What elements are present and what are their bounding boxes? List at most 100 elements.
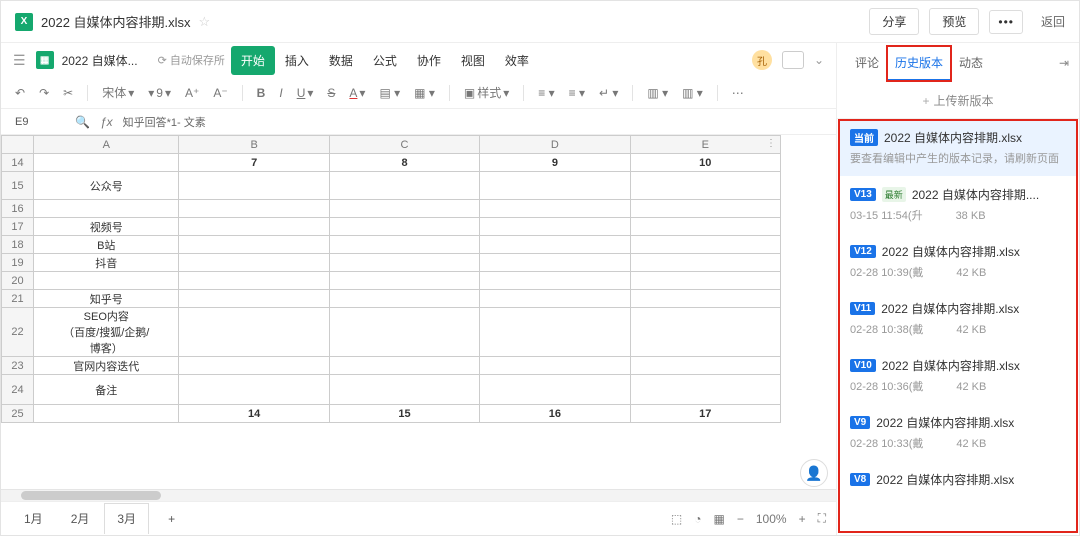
cell-21-2[interactable] xyxy=(329,290,479,308)
cell-20-4[interactable] xyxy=(630,272,780,290)
row-header-25[interactable]: 25 xyxy=(2,405,34,423)
cell-20-3[interactable] xyxy=(480,272,630,290)
cell-16-3[interactable] xyxy=(480,200,630,218)
cell-16-1[interactable] xyxy=(179,200,329,218)
cell-16-2[interactable] xyxy=(329,200,479,218)
cell-17-1[interactable] xyxy=(179,218,329,236)
row-header-14[interactable]: 14 xyxy=(2,154,34,172)
redo-icon[interactable]: ↷ xyxy=(39,86,49,100)
cell-23-1[interactable] xyxy=(179,357,329,375)
cell-18-4[interactable] xyxy=(630,236,780,254)
cell-20-0[interactable] xyxy=(34,272,179,290)
grid-icon[interactable]: ▦ xyxy=(714,512,725,526)
cell-24-1[interactable] xyxy=(179,375,329,405)
zoom-in-icon[interactable]: + xyxy=(799,512,806,526)
sheet-tab-1[interactable]: 2月 xyxy=(58,503,103,534)
insert-icon[interactable]: ▥ ▾ xyxy=(647,86,668,100)
panel-tab-2[interactable]: 动态 xyxy=(951,46,991,81)
cell-25-4[interactable]: 17 xyxy=(630,405,780,423)
row-header-16[interactable]: 16 xyxy=(2,200,34,218)
row-header-18[interactable]: 18 xyxy=(2,236,34,254)
font-select[interactable]: 宋体 ▾ xyxy=(102,84,134,101)
bold-icon[interactable]: B xyxy=(257,86,266,100)
preview-button[interactable]: 预览 xyxy=(929,8,979,35)
cell-15-4[interactable] xyxy=(630,172,780,200)
cell-17-0[interactable]: 视频号 xyxy=(34,218,179,236)
fullscreen-icon[interactable]: ⛶ xyxy=(818,511,826,526)
cell-20-1[interactable] xyxy=(179,272,329,290)
status-icon-1[interactable]: ⬚ xyxy=(671,512,682,526)
cell-18-0[interactable]: B站 xyxy=(34,236,179,254)
more-button[interactable]: ••• xyxy=(989,10,1023,34)
cell-25-2[interactable]: 15 xyxy=(329,405,479,423)
search-icon[interactable]: 🔍 xyxy=(75,115,90,129)
horizontal-scrollbar[interactable] xyxy=(1,489,836,501)
cell-14-4[interactable]: 10 xyxy=(630,154,780,172)
cell-25-1[interactable]: 14 xyxy=(179,405,329,423)
cell-22-0[interactable]: SEO内容（百度/搜狐/企鹅/博客） xyxy=(34,308,179,357)
align-left-icon[interactable]: ≡ ▾ xyxy=(538,86,554,100)
version-item-5[interactable]: V92022 自媒体内容排期.xlsx02-28 10:33(戴 42 KB xyxy=(838,404,1078,461)
row-header-17[interactable]: 17 xyxy=(2,218,34,236)
overflow-icon[interactable]: ⋯ xyxy=(732,86,744,100)
version-item-3[interactable]: V112022 自媒体内容排期.xlsx02-28 10:38(戴 42 KB xyxy=(838,290,1078,347)
row-header-20[interactable]: 20 xyxy=(2,272,34,290)
delete-icon[interactable]: ▥ ▾ xyxy=(682,86,703,100)
cell-20-2[interactable] xyxy=(329,272,479,290)
font-size[interactable]: ▾ 9 ▾ xyxy=(148,86,171,100)
row-header-19[interactable]: 19 xyxy=(2,254,34,272)
cell-23-3[interactable] xyxy=(480,357,630,375)
cell-15-3[interactable] xyxy=(480,172,630,200)
back-link[interactable]: 返回 xyxy=(1041,13,1065,30)
corner-cell[interactable] xyxy=(2,136,34,154)
cell-19-2[interactable] xyxy=(329,254,479,272)
spreadsheet-grid[interactable]: ABCDE⋮147891015公众号1617视频号18B站19抖音2021知乎号… xyxy=(1,135,836,489)
cell-24-3[interactable] xyxy=(480,375,630,405)
star-icon[interactable]: ☆ xyxy=(199,14,211,30)
panel-tab-1[interactable]: 历史版本 xyxy=(887,46,951,81)
align-v-icon[interactable]: ≡ ▾ xyxy=(569,86,585,100)
menu-item-1[interactable]: 插入 xyxy=(275,46,319,75)
cell-19-0[interactable]: 抖音 xyxy=(34,254,179,272)
version-item-4[interactable]: V102022 自媒体内容排期.xlsx02-28 10:36(戴 42 KB xyxy=(838,347,1078,404)
doc-tab-name[interactable]: 2022 自媒体... xyxy=(62,52,138,69)
cell-16-0[interactable] xyxy=(34,200,179,218)
row-header-24[interactable]: 24 xyxy=(2,375,34,405)
status-icon-2[interactable]: ◔ xyxy=(694,512,701,526)
format-painter-icon[interactable]: ✂ xyxy=(63,86,73,100)
version-item-1[interactable]: V13最新2022 自媒体内容排期....03-15 11:54(升 38 KB xyxy=(838,176,1078,233)
menu-item-0[interactable]: 开始 xyxy=(231,46,275,75)
underline-icon[interactable]: U ▾ xyxy=(297,86,314,100)
row-header-22[interactable]: 22 xyxy=(2,308,34,357)
font-color-icon[interactable]: A ▾ xyxy=(349,86,365,100)
fx-icon[interactable]: ƒx xyxy=(100,115,113,129)
version-item-6[interactable]: V82022 自媒体内容排期.xlsx xyxy=(838,461,1078,498)
cell-23-0[interactable]: 官网内容迭代 xyxy=(34,357,179,375)
merge-icon[interactable]: ▣ 样式 ▾ xyxy=(464,84,509,101)
panel-tab-0[interactable]: 评论 xyxy=(847,46,887,81)
cell-16-4[interactable] xyxy=(630,200,780,218)
hamburger-icon[interactable]: ☰ xyxy=(13,52,26,69)
sheet-tab-2[interactable]: 3月 xyxy=(104,503,149,534)
expand-icon[interactable]: ⇥ xyxy=(1059,56,1069,70)
col-header-A[interactable]: A xyxy=(34,136,179,154)
strike-icon[interactable]: S xyxy=(327,86,335,100)
cell-19-3[interactable] xyxy=(480,254,630,272)
col-header-E[interactable]: E⋮ xyxy=(630,136,780,154)
cell-reference[interactable]: E9 xyxy=(15,116,65,128)
row-header-15[interactable]: 15 xyxy=(2,172,34,200)
cell-14-1[interactable]: 7 xyxy=(179,154,329,172)
cell-21-0[interactable]: 知乎号 xyxy=(34,290,179,308)
cell-18-3[interactable] xyxy=(480,236,630,254)
cell-24-0[interactable]: 备注 xyxy=(34,375,179,405)
cell-14-3[interactable]: 9 xyxy=(480,154,630,172)
menu-item-4[interactable]: 协作 xyxy=(407,46,451,75)
menu-item-5[interactable]: 视图 xyxy=(451,46,495,75)
undo-icon[interactable]: ↶ xyxy=(15,86,25,100)
formula-text[interactable]: 知乎回答*1- 文素 xyxy=(123,114,206,130)
wrap-icon[interactable]: ↵ ▾ xyxy=(599,86,618,100)
cell-17-2[interactable] xyxy=(329,218,479,236)
upload-version-button[interactable]: + 上传新版本 xyxy=(837,83,1079,119)
sheet-tab-0[interactable]: 1月 xyxy=(11,503,56,534)
cell-24-4[interactable] xyxy=(630,375,780,405)
